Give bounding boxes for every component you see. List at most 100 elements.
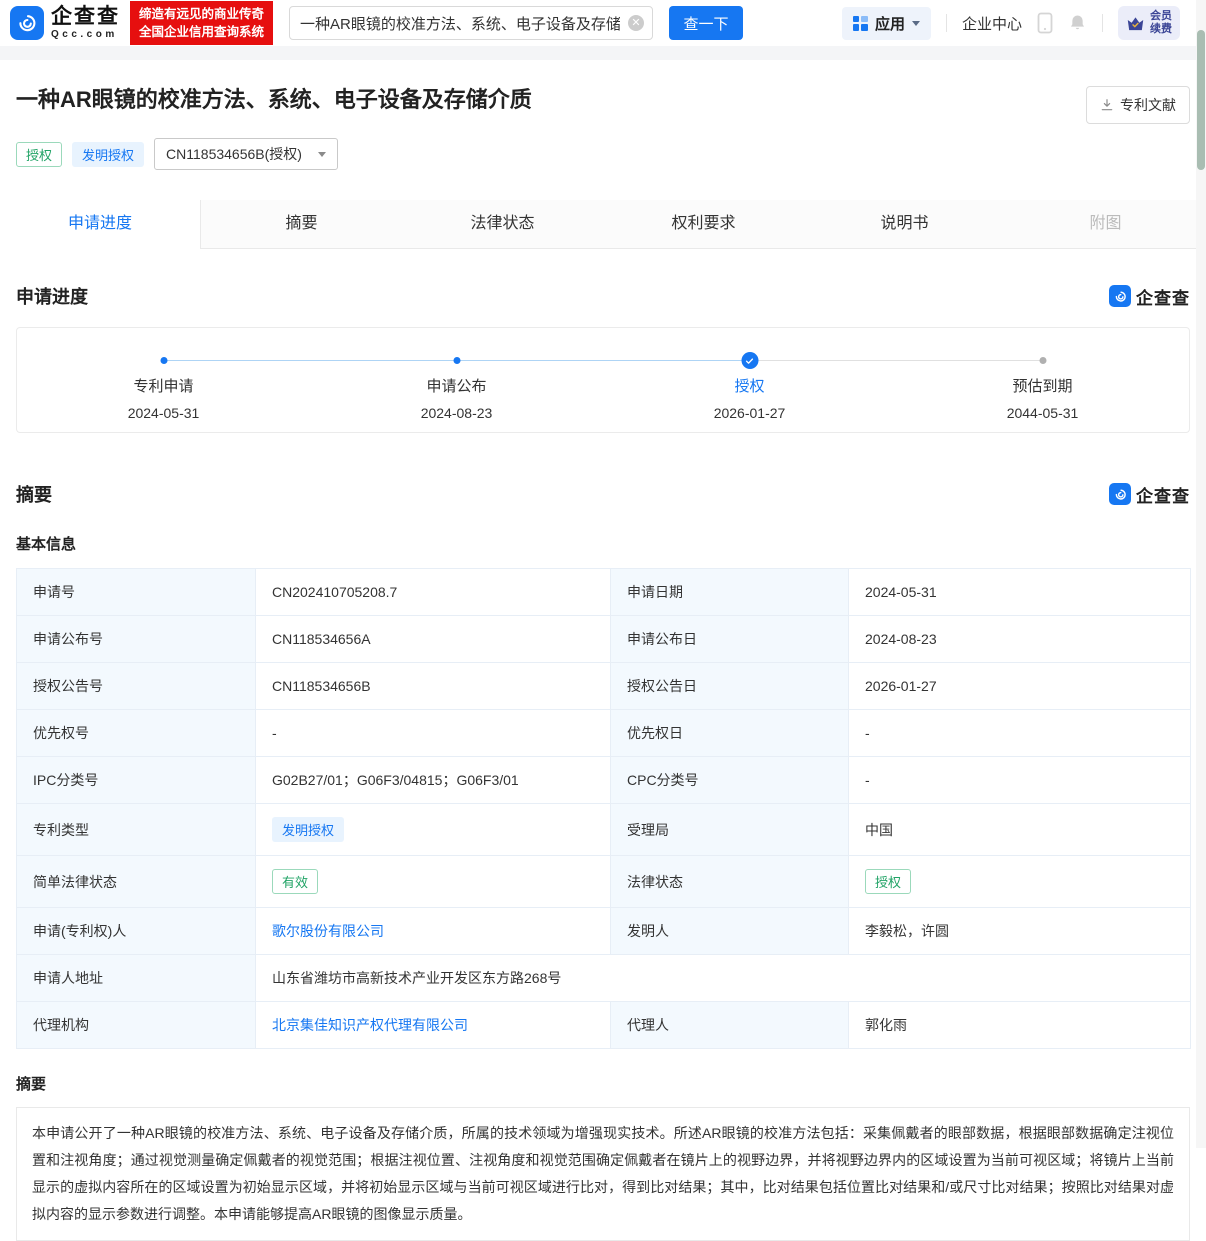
field-label: 代理人: [611, 1002, 849, 1049]
tab-claims[interactable]: 权利要求: [603, 200, 804, 249]
legal-status-badge: 授权: [865, 869, 911, 894]
patent-type-badge: 发明授权: [72, 142, 144, 167]
top-navigation-bar: 企查查 Qcc.com 缔造有远见的商业传奇 全国企业信用查询系统 ✕ 查一下 …: [0, 0, 1206, 46]
field-label: 代理机构: [17, 1002, 256, 1049]
publication-number-value: CN118534656B(授权): [166, 144, 302, 164]
field-value: 2024-05-31: [849, 569, 1191, 616]
apps-label: 应用: [875, 13, 905, 34]
qcc-logo-icon: [10, 6, 44, 40]
agency-company-link[interactable]: 北京集佳知识产权代理有限公司: [272, 1017, 468, 1033]
table-row: 专利类型 发明授权 受理局 中国: [17, 804, 1191, 856]
abstract-text: 本申请公开了一种AR眼镜的校准方法、系统、电子设备及存储介质，所属的技术领域为增…: [16, 1107, 1190, 1241]
milestone-filed: 专利申请 2024-05-31: [17, 375, 310, 421]
table-row: 优先权号 - 优先权日 -: [17, 710, 1191, 757]
member-renewal-button[interactable]: 会员 续费: [1118, 6, 1180, 40]
apps-grid-icon: [853, 16, 868, 31]
tab-bar: 申请进度 摘要 法律状态 权利要求 说明书 附图: [0, 200, 1206, 249]
basic-info-table: 申请号 CN202410705208.7 申请日期 2024-05-31 申请公…: [16, 568, 1191, 1049]
field-value: 山东省潍坊市高新技术产业开发区东方路268号: [256, 955, 1191, 1002]
top-right-nav: 应用 企业中心 会员 续费: [842, 6, 1180, 40]
abstract-heading: 摘要: [16, 1073, 1190, 1094]
milestone-date: 2024-08-23: [310, 405, 603, 421]
milestone-published: 申请公布 2024-08-23: [310, 375, 603, 421]
qcc-watermark-text: 企查查: [1136, 482, 1190, 507]
publication-number-select[interactable]: CN118534656B(授权): [154, 138, 338, 170]
enterprise-center-link[interactable]: 企业中心: [962, 13, 1022, 34]
field-label: CPC分类号: [611, 757, 849, 804]
search-button[interactable]: 查一下: [669, 6, 743, 40]
field-value: -: [849, 710, 1191, 757]
milestone-date: 2044-05-31: [896, 405, 1189, 421]
applicant-company-link[interactable]: 歌尔股份有限公司: [272, 923, 384, 939]
field-label: 法律状态: [611, 856, 849, 908]
member-label-line2: 续费: [1150, 23, 1172, 36]
main-content: 一种AR眼镜的校准方法、系统、电子设备及存储介质 专利文献 授权 发明授权 CN…: [0, 86, 1206, 1241]
qcc-logo-icon: [1109, 285, 1131, 307]
field-value: 北京集佳知识产权代理有限公司: [256, 1002, 611, 1049]
table-row: 申请(专利权)人 歌尔股份有限公司 发明人 李毅松，许圆: [17, 908, 1191, 955]
status-badge: 授权: [16, 142, 62, 167]
chevron-down-icon: [912, 21, 920, 26]
logo-text: 企查查: [51, 6, 120, 27]
patent-literature-label: 专利文献: [1120, 95, 1176, 115]
field-label: 优先权日: [611, 710, 849, 757]
milestone-date: 2024-05-31: [17, 405, 310, 421]
search-box: ✕: [289, 6, 653, 40]
qcc-logo[interactable]: 企查查 Qcc.com: [10, 6, 120, 40]
milestone-dot-filed: [160, 357, 167, 364]
field-label: 授权公告号: [17, 663, 256, 710]
mobile-app-icon[interactable]: [1037, 12, 1053, 34]
patent-literature-button[interactable]: 专利文献: [1086, 86, 1190, 124]
notifications-bell-icon[interactable]: [1068, 13, 1087, 33]
table-row: 申请号 CN202410705208.7 申请日期 2024-05-31: [17, 569, 1191, 616]
tab-figures[interactable]: 附图: [1005, 200, 1206, 249]
milestone-dot-expiry: [1039, 357, 1046, 364]
progress-timeline: 专利申请 2024-05-31 申请公布 2024-08-23 授权 2026-…: [16, 327, 1190, 433]
field-label: IPC分类号: [17, 757, 256, 804]
field-value: CN202410705208.7: [256, 569, 611, 616]
field-label: 申请公布号: [17, 616, 256, 663]
tab-application-progress[interactable]: 申请进度: [0, 200, 201, 249]
milestone-label: 预估到期: [896, 375, 1189, 396]
download-icon: [1100, 98, 1114, 112]
milestone-label: 专利申请: [17, 375, 310, 396]
patent-type-badge: 发明授权: [272, 817, 344, 842]
tab-specification[interactable]: 说明书: [804, 200, 1005, 249]
field-value: 发明授权: [256, 804, 611, 856]
page-scrollbar: [1196, 0, 1206, 1148]
tab-legal-status[interactable]: 法律状态: [402, 200, 603, 249]
milestone-date: 2026-01-27: [603, 405, 896, 421]
qcc-logo-icon: [1109, 483, 1131, 505]
table-row: 授权公告号 CN118534656B 授权公告日 2026-01-27: [17, 663, 1191, 710]
chevron-down-icon: [318, 152, 326, 157]
tab-abstract[interactable]: 摘要: [201, 200, 402, 249]
page-title: 一种AR眼镜的校准方法、系统、电子设备及存储介质: [16, 86, 532, 115]
milestone-label: 授权: [603, 375, 896, 396]
apps-menu-button[interactable]: 应用: [842, 7, 931, 40]
basic-info-heading: 基本信息: [16, 533, 1190, 554]
member-label-line1: 会员: [1150, 10, 1172, 23]
section-title-progress: 申请进度: [16, 283, 88, 309]
field-label: 发明人: [611, 908, 849, 955]
milestone-dot-published: [453, 357, 460, 364]
field-value: 授权: [849, 856, 1191, 908]
field-label: 申请日期: [611, 569, 849, 616]
clear-search-icon[interactable]: ✕: [628, 15, 644, 31]
table-row: 代理机构 北京集佳知识产权代理有限公司 代理人 郭化雨: [17, 1002, 1191, 1049]
search-input[interactable]: [289, 6, 653, 40]
field-value: -: [849, 757, 1191, 804]
table-row: 申请公布号 CN118534656A 申请公布日 2024-08-23: [17, 616, 1191, 663]
qcc-watermark-logo: 企查查: [1109, 284, 1190, 309]
divider: [1102, 14, 1103, 32]
qcc-watermark-logo: 企查查: [1109, 482, 1190, 507]
field-value: CN118534656B: [256, 663, 611, 710]
field-label: 申请公布日: [611, 616, 849, 663]
qcc-watermark-text: 企查查: [1136, 284, 1190, 309]
field-label: 优先权号: [17, 710, 256, 757]
scrollbar-thumb[interactable]: [1197, 30, 1205, 170]
field-label: 申请号: [17, 569, 256, 616]
section-title-summary: 摘要: [16, 481, 52, 507]
field-value: 李毅松，许圆: [849, 908, 1191, 955]
field-label: 授权公告日: [611, 663, 849, 710]
slogan-line-1: 缔造有远见的商业传奇: [139, 5, 264, 23]
